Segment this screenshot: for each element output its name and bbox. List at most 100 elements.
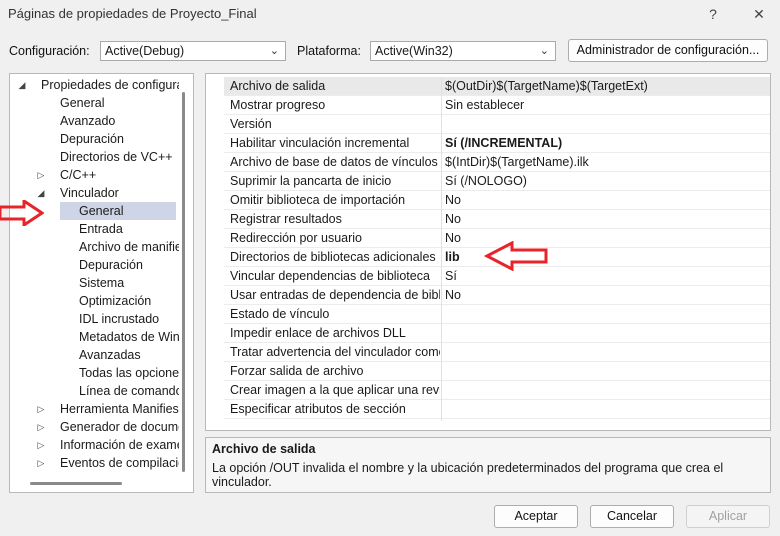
platform-label: Plataforma:	[297, 44, 361, 58]
tree-item[interactable]: Línea de comandos	[11, 382, 179, 400]
property-row[interactable]: Registrar resultados No	[224, 210, 770, 229]
tree-item[interactable]: General	[11, 94, 179, 112]
tree-item[interactable]: Todas las opciones	[11, 364, 179, 382]
tree-item[interactable]: ▷ Eventos de compilación	[11, 454, 179, 472]
property-name: Tratar advertencia del vinculador como	[230, 345, 440, 359]
grid-gutter	[206, 77, 221, 421]
tree-scrollbar[interactable]	[182, 92, 185, 472]
property-row[interactable]: Usar entradas de dependencia de bibliot N…	[224, 286, 770, 305]
tree-item[interactable]: ▷ Generador de documen	[11, 418, 179, 436]
description-text: La opción /OUT invalida el nombre y la u…	[212, 461, 724, 489]
expand-icon[interactable]: ▷	[36, 454, 46, 472]
tree-item-label: Entrada	[79, 222, 123, 236]
tree-item[interactable]: Depuración	[11, 256, 179, 274]
tree-item-label: Optimización	[79, 294, 152, 308]
expand-icon[interactable]: ▷	[36, 400, 46, 418]
tree-item[interactable]: Optimización	[11, 292, 179, 310]
platform-dropdown[interactable]: Active(Win32) ⌄	[370, 41, 556, 61]
property-name: Vincular dependencias de biblioteca	[230, 269, 430, 283]
property-row[interactable]: Habilitar vinculación incremental Sí (/IN…	[224, 134, 770, 153]
tree-item[interactable]: ▷ Herramienta Manifiesto	[11, 400, 179, 418]
tree-item-label: Depuración	[79, 258, 143, 272]
property-row[interactable]: Versión	[224, 115, 770, 134]
tree-item-label: Depuración	[60, 132, 124, 146]
tree-item-label: General	[79, 204, 124, 218]
property-row[interactable]: Suprimir la pancarta de inicio Sí (/NOLOG…	[224, 172, 770, 191]
config-dropdown[interactable]: Active(Debug) ⌄	[100, 41, 286, 61]
property-row[interactable]: Mostrar progreso Sin establecer	[224, 96, 770, 115]
property-row[interactable]: Estado de vínculo	[224, 305, 770, 324]
property-value[interactable]: No	[445, 210, 765, 229]
property-name: Especificar atributos de sección	[230, 402, 406, 416]
tree-item[interactable]: Archivo de manifies	[11, 238, 179, 256]
property-value[interactable]: Sí (/NOLOGO)	[445, 172, 765, 191]
tree-item[interactable]: IDL incrustado	[11, 310, 179, 328]
property-name: Habilitar vinculación incremental	[230, 136, 410, 150]
tree-h-scrollbar[interactable]	[30, 482, 122, 485]
property-name: Omitir biblioteca de importación	[230, 193, 406, 207]
apply-button[interactable]: Aplicar	[686, 505, 770, 528]
property-value[interactable]: $(IntDir)$(TargetName).ilk	[445, 153, 765, 172]
property-value[interactable]: Sin establecer	[445, 96, 765, 115]
tree-item-label: IDL incrustado	[79, 312, 160, 326]
tree-item-label: Propiedades de configuraci	[41, 78, 179, 92]
tree-item-label: Herramienta Manifiesto	[60, 402, 179, 416]
description-title: Archivo de salida	[212, 442, 316, 456]
annotation-arrow-right	[484, 241, 548, 271]
property-name: Versión	[230, 117, 272, 131]
tree-item[interactable]: Metadatos de Windo	[11, 328, 179, 346]
property-name: Redirección por usuario	[230, 231, 363, 245]
collapse-icon[interactable]: ◢	[17, 76, 27, 94]
cancel-button[interactable]: Cancelar	[590, 505, 674, 528]
property-row[interactable]: Omitir biblioteca de importación No	[224, 191, 770, 210]
tree-item[interactable]: Sistema	[11, 274, 179, 292]
tree-item[interactable]: Avanzado	[11, 112, 179, 130]
property-row[interactable]: Especificar atributos de sección	[224, 400, 770, 419]
property-row[interactable]: Forzar salida de archivo	[224, 362, 770, 381]
help-icon[interactable]: ?	[698, 4, 728, 24]
property-value[interactable]: Sí (/INCREMENTAL)	[445, 134, 765, 153]
tree-item-label: Línea de comandos	[79, 384, 179, 398]
config-label: Configuración:	[9, 44, 90, 58]
expand-icon[interactable]: ▷	[36, 166, 46, 184]
property-row[interactable]: Archivo de base de datos de vínculos in $…	[224, 153, 770, 172]
accept-button[interactable]: Aceptar	[494, 505, 578, 528]
grid-column-divider	[441, 77, 442, 421]
tree-item-label: Vinculador	[60, 186, 119, 200]
expand-icon[interactable]: ▷	[36, 436, 46, 454]
property-row[interactable]: Tratar advertencia del vinculador como	[224, 343, 770, 362]
tree-item[interactable]: Depuración	[11, 130, 179, 148]
tree-item[interactable]: General	[60, 202, 176, 220]
property-row[interactable]: Impedir enlace de archivos DLL	[224, 324, 770, 343]
tree-item-label: Todas las opciones	[79, 366, 179, 380]
config-value: Active(Debug)	[105, 44, 185, 58]
property-value[interactable]: $(OutDir)$(TargetName)$(TargetExt)	[445, 77, 765, 96]
tree-item-label: Información de examen	[60, 438, 179, 452]
tree-item-label: Archivo de manifies	[79, 240, 179, 254]
expand-icon[interactable]: ▷	[36, 418, 46, 436]
tree-item[interactable]: ▷ Información de examen	[11, 436, 179, 454]
tree-item[interactable]: ◢ Propiedades de configuraci	[11, 76, 179, 94]
property-value[interactable]: No	[445, 191, 765, 210]
title-bar: Páginas de propiedades de Proyecto_Final…	[0, 0, 780, 30]
property-row[interactable]: Crear imagen a la que aplicar una revisi…	[224, 381, 770, 400]
property-name: Registrar resultados	[230, 212, 342, 226]
property-name: Mostrar progreso	[230, 98, 326, 112]
property-name: Directorios de bibliotecas adicionales	[230, 250, 436, 264]
tree-item-label: C/C++	[60, 168, 97, 182]
property-name: Impedir enlace de archivos DLL	[230, 326, 406, 340]
property-row[interactable]: Archivo de salida $(OutDir)$(TargetName)$…	[224, 77, 770, 96]
tree-item[interactable]: Directorios de VC++	[11, 148, 179, 166]
property-name: Estado de vínculo	[230, 307, 330, 321]
tree-item-label: Avanzadas	[79, 348, 141, 362]
config-manager-button[interactable]: Administrador de configuración...	[568, 39, 768, 62]
tree-item-label: General	[60, 96, 105, 110]
property-value[interactable]: No	[445, 286, 765, 305]
tree-item[interactable]: Avanzadas	[11, 346, 179, 364]
tree-item-label: Sistema	[79, 276, 125, 290]
close-icon[interactable]: ✕	[744, 4, 774, 24]
window-title: Páginas de propiedades de Proyecto_Final	[8, 6, 257, 21]
chevron-down-icon: ⌄	[539, 45, 549, 57]
tree-item-label: Metadatos de Windo	[79, 330, 179, 344]
tree-item[interactable]: ▷ C/C++	[11, 166, 179, 184]
